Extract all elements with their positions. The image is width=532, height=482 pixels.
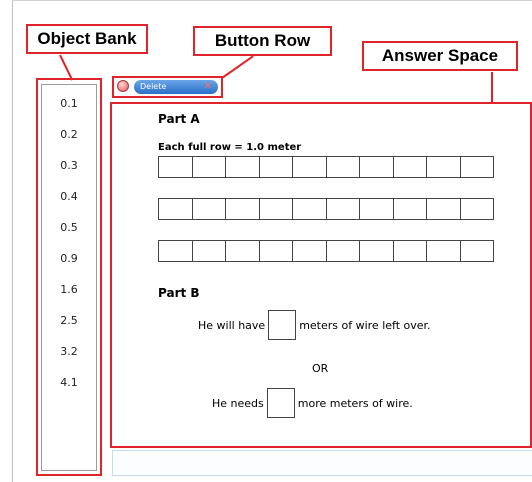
object-bank-list: 0.1 0.2 0.3 0.4 0.5 0.9 1.6 2.5 3.2 4.1	[41, 84, 97, 471]
answer-grid-cell[interactable]	[260, 241, 293, 261]
frame-top-border	[12, 0, 532, 1]
answer-grid-cell[interactable]	[461, 157, 494, 177]
object-bank-item[interactable]: 0.3	[42, 159, 96, 172]
part-a-subtitle: Each full row = 1.0 meter	[158, 142, 302, 153]
object-bank-item[interactable]: 0.5	[42, 221, 96, 234]
close-icon[interactable]: ✕	[204, 80, 212, 94]
answer-grid-cell[interactable]	[293, 241, 327, 261]
answer-grid-cell[interactable]	[226, 157, 260, 177]
callout-object-bank: Object Bank	[26, 24, 148, 54]
answer-grid-cell[interactable]	[394, 157, 427, 177]
answer-space: Part A Each full row = 1.0 meter Part B …	[110, 102, 532, 448]
answer-grid-cell[interactable]	[193, 199, 226, 219]
answer-blank-needs[interactable]	[266, 388, 295, 418]
object-bank-item[interactable]: 2.5	[42, 314, 96, 327]
sentence-leftover: He will have meters of wire left over.	[198, 310, 431, 340]
delete-button-label: Delete	[140, 82, 167, 91]
answer-grid-cell[interactable]	[427, 241, 461, 261]
button-row: Delete ✕	[112, 76, 223, 98]
answer-grid-cell[interactable]	[260, 157, 293, 177]
object-bank-item[interactable]: 0.9	[42, 252, 96, 265]
object-bank-item[interactable]: 0.4	[42, 190, 96, 203]
sentence-needs-suffix: more meters of wire.	[297, 396, 413, 410]
answer-grid-cell[interactable]	[394, 241, 427, 261]
answer-grid-cell[interactable]	[260, 199, 293, 219]
answer-grid-cell[interactable]	[293, 157, 327, 177]
answer-grid-cell[interactable]	[360, 199, 394, 219]
callout-button-row: Button Row	[193, 26, 332, 56]
answer-grid-cell[interactable]	[226, 241, 260, 261]
object-bank-item[interactable]: 1.6	[42, 283, 96, 296]
answer-grid-cell[interactable]	[293, 199, 327, 219]
answer-grid-cell[interactable]	[159, 157, 193, 177]
answer-grid-row[interactable]	[158, 156, 494, 178]
answer-grid-cell[interactable]	[226, 199, 260, 219]
callout-leader-button-row	[221, 55, 254, 79]
answer-grid-cell[interactable]	[193, 157, 226, 177]
answer-grid-row[interactable]	[158, 240, 494, 262]
answer-grid-row[interactable]	[158, 198, 494, 220]
part-a-title: Part A	[158, 112, 200, 126]
object-bank-item[interactable]: 0.1	[42, 97, 96, 110]
object-bank-item[interactable]: 4.1	[42, 376, 96, 389]
callout-leader-answer-space	[491, 72, 493, 104]
delete-button[interactable]: Delete ✕	[134, 80, 218, 94]
answer-grid-cell[interactable]	[360, 241, 394, 261]
part-b-title: Part B	[158, 286, 200, 300]
answer-grid-cell[interactable]	[159, 199, 193, 219]
answer-grid-cell[interactable]	[461, 241, 494, 261]
answer-grid-cell[interactable]	[360, 157, 394, 177]
callout-leader-object-bank	[59, 54, 74, 81]
sentence-leftover-suffix: meters of wire left over.	[299, 318, 431, 332]
radio-button-icon[interactable]	[117, 80, 129, 92]
answer-grid-cell[interactable]	[427, 199, 461, 219]
answer-grid-cell[interactable]	[327, 199, 360, 219]
object-bank-item[interactable]: 3.2	[42, 345, 96, 358]
frame-left-border	[12, 0, 13, 482]
answer-grid-cell[interactable]	[327, 241, 360, 261]
answer-grid-cell[interactable]	[427, 157, 461, 177]
answer-grid-cell[interactable]	[193, 241, 226, 261]
object-bank: 0.1 0.2 0.3 0.4 0.5 0.9 1.6 2.5 3.2 4.1	[36, 78, 102, 476]
callout-answer-space: Answer Space	[362, 41, 518, 71]
or-label: OR	[312, 362, 329, 375]
answer-blank-leftover[interactable]	[268, 310, 297, 340]
sentence-needs-prefix: He needs	[212, 396, 264, 410]
answer-grid-cell[interactable]	[461, 199, 494, 219]
answer-space-footer	[112, 450, 532, 476]
sentence-needs: He needs more meters of wire.	[212, 388, 413, 418]
object-bank-item[interactable]: 0.2	[42, 128, 96, 141]
answer-grid-cell[interactable]	[394, 199, 427, 219]
answer-grid-cell[interactable]	[327, 157, 360, 177]
answer-grid-cell[interactable]	[159, 241, 193, 261]
sentence-leftover-prefix: He will have	[198, 318, 266, 332]
